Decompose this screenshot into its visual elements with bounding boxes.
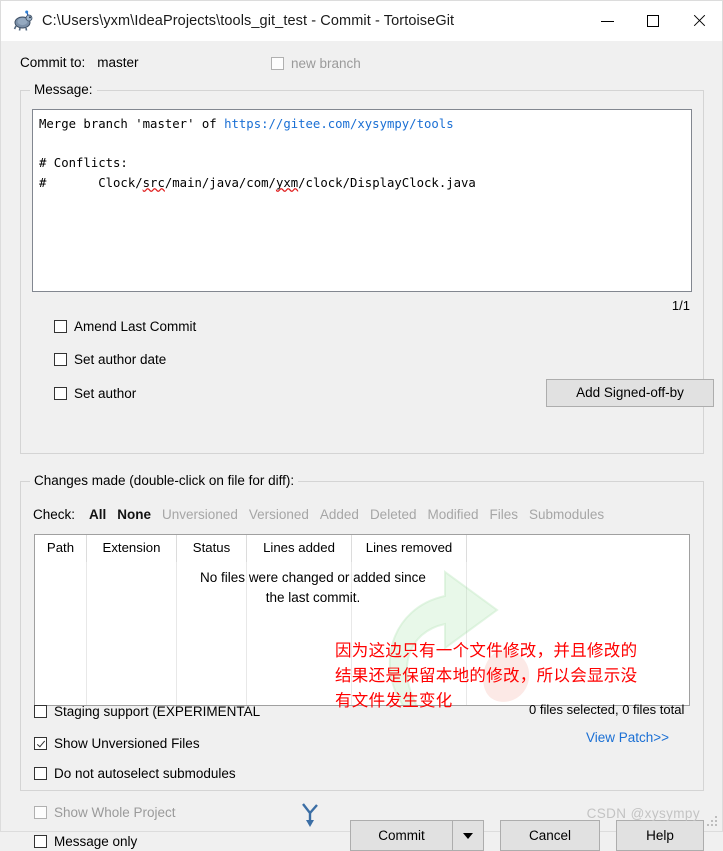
maximize-icon: [647, 15, 659, 27]
staging-support-row[interactable]: Staging support (EXPERIMENTAL: [34, 704, 260, 719]
annotation-line-2: 结果还是保留本地的修改，所以会显示没: [335, 666, 638, 685]
filter-files-link[interactable]: Files: [490, 507, 519, 522]
check-filter-row: Check: All None Unversioned Versioned Ad…: [33, 507, 615, 522]
show-whole-project-checkbox[interactable]: [34, 806, 47, 819]
show-unversioned-files-label: Show Unversioned Files: [54, 736, 200, 751]
message-conflict-file: # Clock/src/main/java/com/yxm/clock/Disp…: [39, 175, 476, 190]
staging-support-checkbox[interactable]: [34, 705, 47, 718]
amend-last-commit-checkbox[interactable]: [54, 320, 67, 333]
message-group: Message: Merge branch 'master' of https:…: [20, 82, 714, 454]
message-only-checkbox[interactable]: [34, 835, 47, 848]
filter-modified-link[interactable]: Modified: [427, 507, 478, 522]
annotation-note: 因为这边只有一个文件修改，并且修改的 结果还是保留本地的修改，所以会显示没 有文…: [335, 638, 691, 713]
minimize-icon: [600, 20, 614, 22]
commit-dropdown-button[interactable]: [453, 832, 483, 839]
column-header-path[interactable]: Path: [35, 535, 87, 562]
view-patch-link[interactable]: View Patch>>: [586, 730, 669, 745]
new-branch-checkbox-row[interactable]: new branch: [271, 56, 361, 71]
message-url-link[interactable]: https://gitee.com/xysympy/tools: [224, 117, 454, 131]
merge-arrow-icon: [299, 802, 321, 828]
set-author-label: Set author: [74, 386, 137, 401]
empty-message-line1: No files were changed or added since: [200, 570, 426, 585]
message-only-row[interactable]: Message only: [34, 834, 137, 849]
commit-message-textarea[interactable]: Merge branch 'master' of https://gitee.c…: [32, 109, 692, 292]
window-controls: [584, 1, 722, 41]
no-autoselect-submodules-label: Do not autoselect submodules: [54, 766, 236, 781]
help-button[interactable]: Help: [616, 820, 704, 851]
cancel-button[interactable]: Cancel: [500, 820, 600, 851]
check-label: Check:: [33, 507, 76, 522]
close-icon: [692, 14, 706, 28]
filter-submodules-link[interactable]: Submodules: [529, 507, 604, 522]
column-header-lines-added[interactable]: Lines added: [247, 535, 352, 562]
no-autoselect-submodules-checkbox[interactable]: [34, 767, 47, 780]
filter-added-link[interactable]: Added: [320, 507, 359, 522]
column-header-status[interactable]: Status: [177, 535, 247, 562]
commit-to-row: Commit to: master: [20, 55, 139, 70]
set-author-row[interactable]: Set author: [54, 386, 136, 401]
filter-unversioned-link[interactable]: Unversioned: [162, 507, 238, 522]
no-autoselect-submodules-row[interactable]: Do not autoselect submodules: [34, 766, 236, 781]
amend-last-commit-label: Amend Last Commit: [74, 319, 197, 334]
column-header-extension[interactable]: Extension: [87, 535, 177, 562]
filter-none-link[interactable]: None: [117, 507, 151, 522]
set-author-date-row[interactable]: Set author date: [54, 352, 166, 367]
commit-button-label: Commit: [378, 828, 425, 843]
message-line1-prefix: Merge branch 'master' of: [39, 117, 225, 131]
set-author-checkbox[interactable]: [54, 387, 67, 400]
staging-support-label: Staging support (EXPERIMENTAL: [54, 704, 261, 719]
show-whole-project-label: Show Whole Project: [54, 805, 176, 820]
add-signed-off-by-button[interactable]: Add Signed-off-by: [546, 379, 714, 407]
message-group-title: Message:: [30, 82, 97, 97]
show-unversioned-files-checkbox[interactable]: [34, 737, 47, 750]
message-conflicts-header: # Conflicts:: [39, 156, 128, 170]
filter-deleted-link[interactable]: Deleted: [370, 507, 417, 522]
column-header-spacer: [467, 535, 689, 562]
annotation-line-1: 因为这边只有一个文件修改，并且修改的: [335, 641, 638, 660]
empty-file-list-message: No files were changed or added since the…: [163, 568, 463, 608]
window-title: C:\Users\yxm\IdeaProjects\tools_git_test…: [42, 13, 455, 29]
set-author-date-checkbox[interactable]: [54, 353, 67, 366]
commit-dialog-window: C:\Users\yxm\IdeaProjects\tools_git_test…: [0, 0, 723, 851]
show-unversioned-files-row[interactable]: Show Unversioned Files: [34, 736, 200, 751]
set-author-date-label: Set author date: [74, 352, 167, 367]
tortoisegit-turtle-icon: [12, 10, 34, 32]
dialog-content: Commit to: master new branch Message: Me…: [1, 41, 722, 851]
commit-to-branch-value: master: [97, 55, 139, 70]
changes-group-title: Changes made (double-click on file for d…: [30, 473, 299, 488]
message-page-indicator: 1/1: [671, 298, 690, 313]
new-branch-checkbox[interactable]: [271, 57, 284, 70]
commit-button[interactable]: Commit: [350, 820, 484, 851]
filter-versioned-link[interactable]: Versioned: [249, 507, 309, 522]
minimize-button[interactable]: [584, 1, 630, 41]
new-branch-label: new branch: [291, 56, 361, 71]
csdn-watermark: CSDN @xysympy: [586, 806, 700, 821]
amend-last-commit-row[interactable]: Amend Last Commit: [54, 319, 196, 334]
commit-to-label: Commit to:: [20, 55, 86, 70]
show-whole-project-row[interactable]: Show Whole Project: [34, 805, 176, 820]
message-only-label: Message only: [54, 834, 138, 849]
empty-message-line2: the last commit.: [265, 590, 361, 605]
maximize-button[interactable]: [630, 1, 676, 41]
file-list-header: Path Extension Status Lines added Lines …: [35, 535, 689, 562]
resize-grip[interactable]: [706, 816, 718, 828]
commit-message-text: Merge branch 'master' of https://gitee.c…: [33, 110, 691, 198]
column-header-lines-removed[interactable]: Lines removed: [352, 535, 467, 562]
title-bar: C:\Users\yxm\IdeaProjects\tools_git_test…: [1, 1, 722, 41]
filter-all-link[interactable]: All: [89, 507, 106, 522]
close-button[interactable]: [676, 1, 722, 41]
annotation-line-3: 有文件发生变化: [335, 691, 453, 710]
chevron-down-icon: [463, 832, 473, 839]
